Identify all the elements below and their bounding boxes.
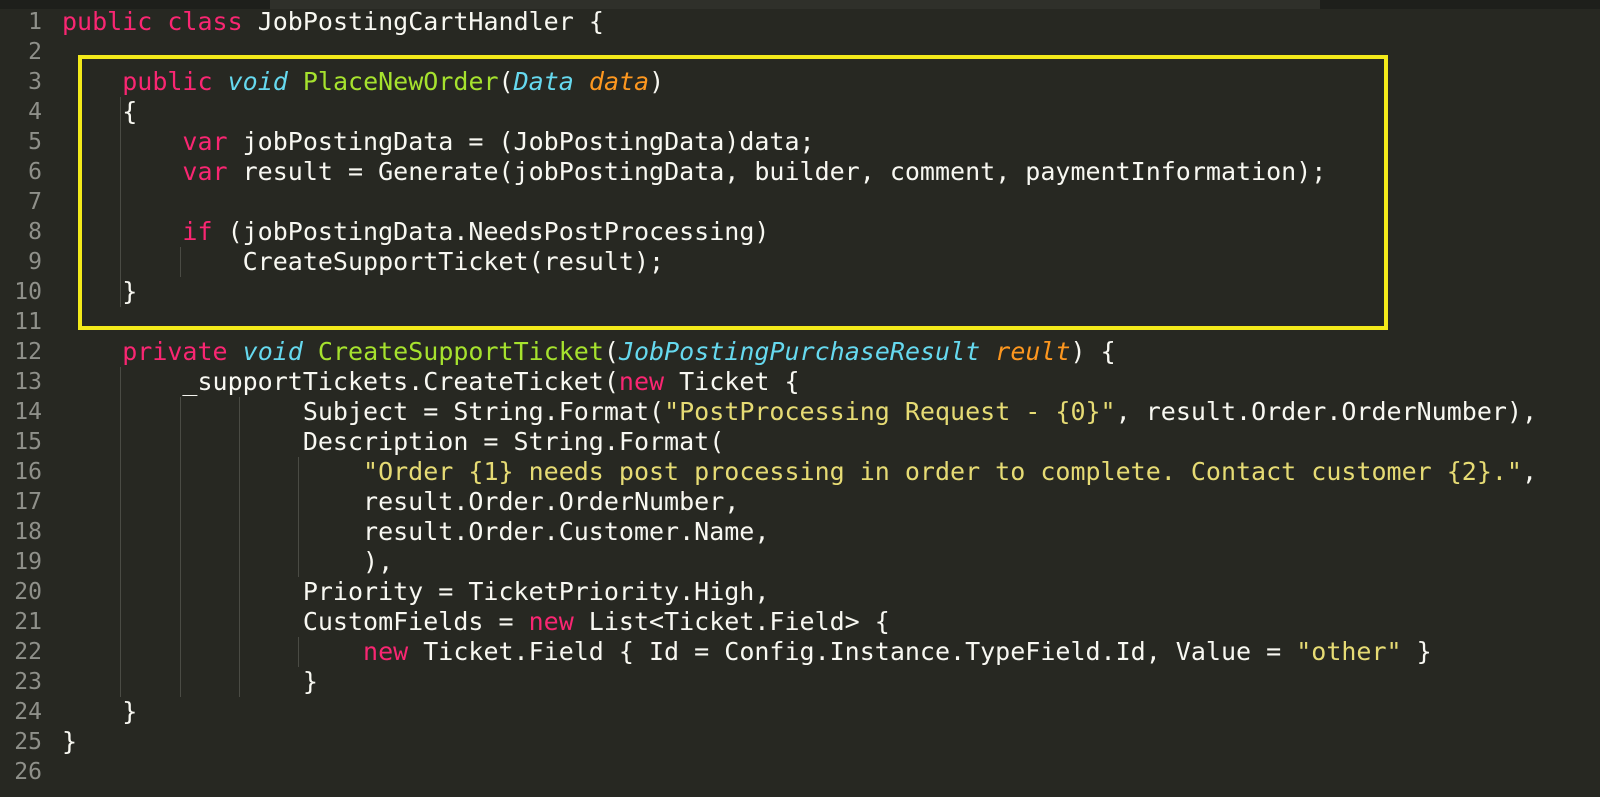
- line-number: 2: [28, 39, 42, 65]
- line-number: 21: [14, 609, 42, 635]
- code-text: Description = String.Format(: [62, 427, 725, 456]
- line-number: 8: [28, 219, 42, 245]
- line-number: 15: [14, 429, 42, 455]
- parameter-token: reult: [995, 337, 1071, 366]
- code-line[interactable]: "Order {1} needs post processing in orde…: [62, 457, 1600, 487]
- code-line[interactable]: }: [62, 667, 1600, 697]
- code-text: List<Ticket.Field> {: [573, 607, 890, 636]
- code-text: (: [603, 337, 619, 366]
- code-text: result.Order.OrderNumber,: [62, 487, 740, 516]
- code-line[interactable]: public class JobPostingCartHandler {: [62, 7, 1600, 37]
- code-text: , result.Order.OrderNumber),: [1115, 397, 1538, 426]
- line-number: 6: [28, 159, 42, 185]
- code-text: result.Order.Customer.Name,: [62, 517, 770, 546]
- code-line[interactable]: new Ticket.Field { Id = Config.Instance.…: [62, 637, 1600, 667]
- line-number: 7: [28, 189, 42, 215]
- line-number: 12: [14, 339, 42, 365]
- highlight-box: [78, 55, 1388, 330]
- code-line[interactable]: private void CreateSupportTicket(JobPost…: [62, 337, 1600, 367]
- code-text: }: [1401, 637, 1432, 666]
- code-line[interactable]: result.Order.Customer.Name,: [62, 517, 1600, 547]
- code-line[interactable]: Priority = TicketPriority.High,: [62, 577, 1600, 607]
- line-number: 17: [14, 489, 42, 515]
- type-token: JobPostingPurchaseResult: [618, 337, 981, 366]
- code-text: CustomFields =: [62, 607, 529, 636]
- keyword-token: new: [363, 637, 409, 666]
- code-line[interactable]: }: [62, 697, 1600, 727]
- line-number: 14: [14, 399, 42, 425]
- keyword-token: class: [167, 7, 243, 36]
- code-line[interactable]: Subject = String.Format("PostProcessing …: [62, 397, 1600, 427]
- line-number: 3: [28, 69, 42, 95]
- line-number: 20: [14, 579, 42, 605]
- code-text: }: [62, 727, 78, 756]
- code-text: ,: [1521, 457, 1538, 486]
- code-line[interactable]: Description = String.Format(: [62, 427, 1600, 457]
- keyword-token: private: [122, 337, 228, 366]
- line-number: 11: [14, 309, 42, 335]
- line-number: 4: [28, 99, 42, 125]
- line-number: 26: [14, 759, 42, 785]
- code-line[interactable]: }: [62, 727, 1600, 757]
- line-number: 25: [14, 729, 42, 755]
- code-line[interactable]: [62, 757, 1600, 787]
- line-number: 16: [14, 459, 42, 485]
- keyword-token: new: [618, 367, 665, 396]
- keyword-token: new: [528, 607, 574, 636]
- code-line[interactable]: _supportTickets.CreateTicket(new Ticket …: [62, 367, 1600, 397]
- string-token: "PostProcessing Request - {0}": [664, 397, 1116, 426]
- line-number: 24: [14, 699, 42, 725]
- line-number: 13: [14, 369, 42, 395]
- line-number: 22: [14, 639, 42, 665]
- code-text: }: [62, 697, 138, 726]
- line-number: 19: [14, 549, 42, 575]
- code-text: Priority = TicketPriority.High,: [62, 577, 770, 606]
- type-token: void: [242, 337, 303, 366]
- line-number: 5: [28, 129, 42, 155]
- code-line[interactable]: CustomFields = new List<Ticket.Field> {: [62, 607, 1600, 637]
- code-editor[interactable]: 1 2 3 4 5 6 7 8 9 10 11 12 13 14 15 16 17 18 19 20 21 22 23 24 2…: [0, 0, 1600, 797]
- code-line[interactable]: result.Order.OrderNumber,: [62, 487, 1600, 517]
- string-token: "other": [1296, 637, 1402, 666]
- code-text: }: [62, 667, 318, 696]
- code-text: ) {: [1070, 337, 1116, 366]
- function-name-token: CreateSupportTicket: [317, 337, 604, 366]
- code-text: Ticket {: [664, 367, 800, 396]
- code-text: _supportTickets.CreateTicket(: [62, 367, 619, 396]
- code-text: Ticket.Field { Id = Config.Instance.Type…: [408, 637, 1297, 666]
- line-number: 18: [14, 519, 42, 545]
- line-number: 9: [28, 249, 42, 275]
- line-number: 10: [14, 279, 42, 305]
- line-number: 23: [14, 669, 42, 695]
- line-number: 1: [28, 9, 42, 35]
- code-line[interactable]: ),: [62, 547, 1600, 577]
- keyword-token: public: [62, 7, 153, 36]
- code-text: ),: [62, 547, 394, 576]
- code-text: Subject = String.Format(: [62, 397, 665, 426]
- line-number-gutter: 1 2 3 4 5 6 7 8 9 10 11 12 13 14 15 16 17 18 19 20 21 22 23 24 2…: [0, 7, 42, 787]
- code-text: JobPostingCartHandler {: [242, 7, 604, 36]
- string-token: "Order {1} needs post processing in orde…: [363, 457, 1522, 486]
